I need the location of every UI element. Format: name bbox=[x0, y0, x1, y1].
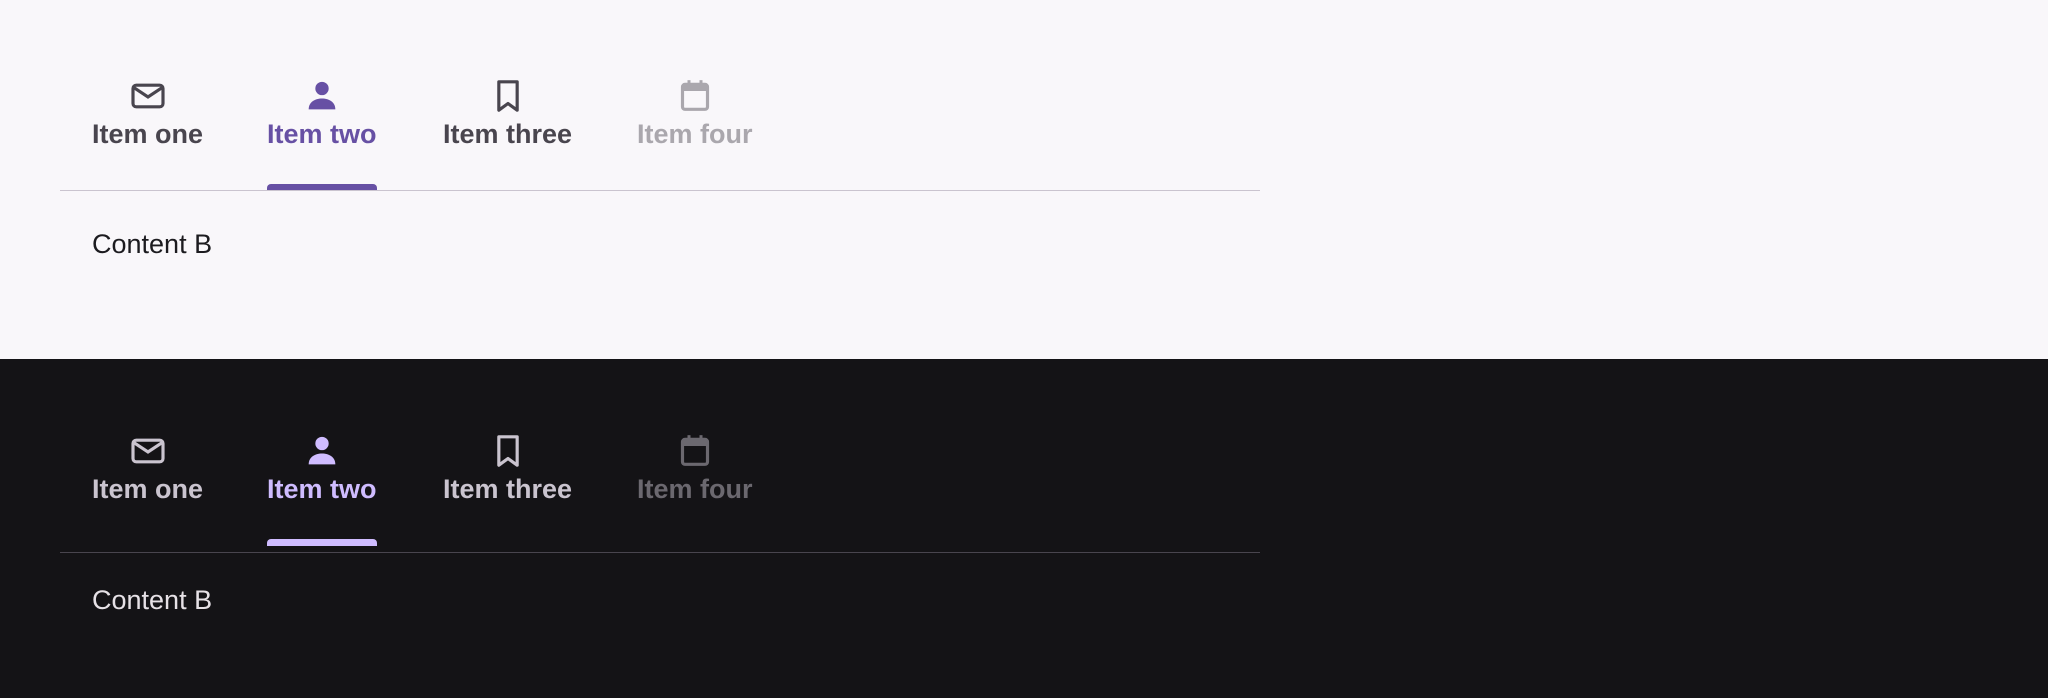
active-tab-indicator bbox=[267, 539, 377, 546]
tab-item-four: Item four bbox=[637, 76, 753, 191]
tab-label: Item three bbox=[443, 119, 573, 149]
tab-content: Content B bbox=[92, 229, 213, 259]
tab-item-two[interactable]: Item two bbox=[267, 76, 377, 191]
calendar-icon bbox=[680, 435, 709, 466]
light-theme-panel: Item one Item two Item three Item four C… bbox=[0, 0, 2048, 359]
calendar-icon bbox=[680, 80, 709, 111]
bookmark-icon bbox=[496, 435, 519, 467]
tab-bar: Item one Item two Item three Item four bbox=[60, 76, 1260, 191]
tab-label: Item three bbox=[443, 474, 573, 504]
tab-content: Content B bbox=[92, 585, 213, 615]
dark-theme-panel: Item one Item two Item three Item four C… bbox=[0, 359, 2048, 698]
tab-label: Item two bbox=[267, 119, 377, 149]
tab-label: Item one bbox=[92, 119, 204, 149]
mail-icon bbox=[130, 83, 165, 109]
tab-item-three[interactable]: Item three bbox=[443, 431, 572, 546]
tab-item-one[interactable]: Item one bbox=[92, 76, 203, 191]
person-icon bbox=[308, 81, 336, 110]
tab-item-three[interactable]: Item three bbox=[443, 76, 572, 191]
tab-item-two[interactable]: Item two bbox=[267, 431, 377, 546]
tab-label: Item four bbox=[637, 474, 753, 504]
tab-bar: Item one Item two Item three Item four bbox=[60, 431, 1260, 546]
tab-item-four: Item four bbox=[637, 431, 753, 546]
tab-bar-divider bbox=[60, 190, 1260, 191]
mail-icon bbox=[130, 438, 165, 464]
person-icon bbox=[308, 436, 336, 465]
tab-label: Item two bbox=[267, 474, 377, 504]
bookmark-icon bbox=[496, 80, 519, 112]
tab-item-one[interactable]: Item one bbox=[92, 431, 203, 546]
tab-bar-divider bbox=[60, 552, 1260, 553]
tab-label: Item four bbox=[637, 119, 753, 149]
tab-label: Item one bbox=[92, 474, 204, 504]
